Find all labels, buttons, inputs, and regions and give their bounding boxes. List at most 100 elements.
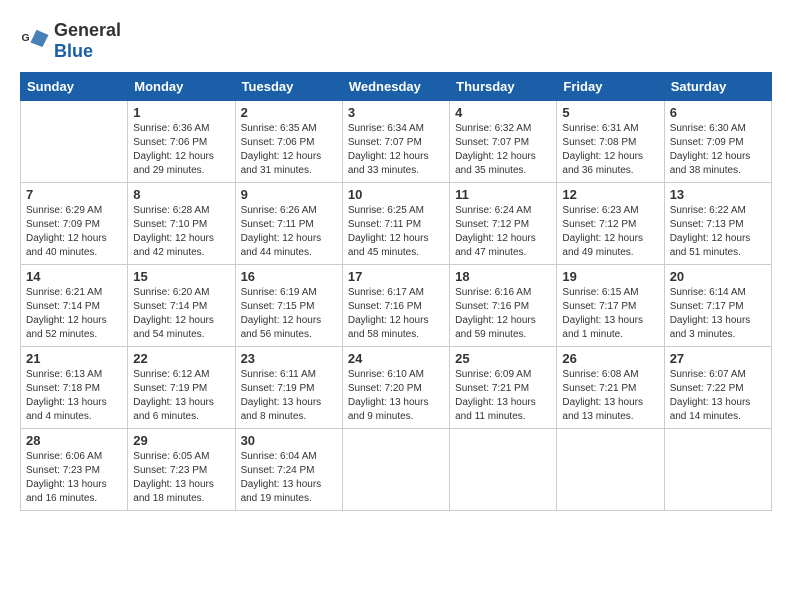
day-info: Sunrise: 6:30 AMSunset: 7:09 PMDaylight:… xyxy=(670,122,766,178)
day-number: 22 xyxy=(133,351,229,366)
day-number: 9 xyxy=(241,187,337,202)
day-number: 27 xyxy=(670,351,766,366)
day-number: 25 xyxy=(455,351,551,366)
calendar-cell xyxy=(557,429,664,511)
day-number: 16 xyxy=(241,269,337,284)
calendar-cell: 9 Sunrise: 6:26 AMSunset: 7:11 PMDaylight… xyxy=(235,183,342,265)
day-info: Sunrise: 6:11 AMSunset: 7:19 PMDaylight:… xyxy=(241,368,337,424)
day-info: Sunrise: 6:19 AMSunset: 7:15 PMDaylight:… xyxy=(241,286,337,342)
header-saturday: Saturday xyxy=(664,73,771,101)
calendar-cell: 26 Sunrise: 6:08 AMSunset: 7:21 PMDayligh… xyxy=(557,347,664,429)
header-tuesday: Tuesday xyxy=(235,73,342,101)
logo-text: General Blue xyxy=(54,20,121,62)
day-info: Sunrise: 6:16 AMSunset: 7:16 PMDaylight:… xyxy=(455,286,551,342)
day-number: 28 xyxy=(26,433,122,448)
calendar-cell: 11 Sunrise: 6:24 AMSunset: 7:12 PMDayligh… xyxy=(450,183,557,265)
day-number: 29 xyxy=(133,433,229,448)
day-number: 15 xyxy=(133,269,229,284)
calendar-cell: 12 Sunrise: 6:23 AMSunset: 7:12 PMDayligh… xyxy=(557,183,664,265)
calendar-cell: 18Sunrise: 6:16 AMSunset: 7:16 PMDayligh… xyxy=(450,265,557,347)
logo-icon: G xyxy=(20,26,50,56)
day-number: 26 xyxy=(562,351,658,366)
calendar-header-row: SundayMondayTuesdayWednesdayThursdayFrid… xyxy=(21,73,772,101)
day-number: 14 xyxy=(26,269,122,284)
logo: G General Blue xyxy=(20,20,121,62)
day-number: 21 xyxy=(26,351,122,366)
day-info: Sunrise: 6:08 AMSunset: 7:21 PMDaylight:… xyxy=(562,368,658,424)
week-row-5: 28 Sunrise: 6:06 AMSunset: 7:23 PMDayligh… xyxy=(21,429,772,511)
calendar-cell: 23 Sunrise: 6:11 AMSunset: 7:19 PMDayligh… xyxy=(235,347,342,429)
day-info: Sunrise: 6:35 AMSunset: 7:06 PMDaylight:… xyxy=(241,122,337,178)
day-number: 20 xyxy=(670,269,766,284)
day-info: Sunrise: 6:12 AMSunset: 7:19 PMDaylight:… xyxy=(133,368,229,424)
day-info: Sunrise: 6:31 AMSunset: 7:08 PMDaylight:… xyxy=(562,122,658,178)
calendar-cell: 2 Sunrise: 6:35 AMSunset: 7:06 PMDaylight… xyxy=(235,101,342,183)
day-number: 11 xyxy=(455,187,551,202)
week-row-1: 1 Sunrise: 6:36 AMSunset: 7:06 PMDaylight… xyxy=(21,101,772,183)
calendar-cell: 6 Sunrise: 6:30 AMSunset: 7:09 PMDaylight… xyxy=(664,101,771,183)
calendar-cell xyxy=(342,429,449,511)
calendar-cell: 5Sunrise: 6:31 AMSunset: 7:08 PMDaylight… xyxy=(557,101,664,183)
day-info: Sunrise: 6:23 AMSunset: 7:12 PMDaylight:… xyxy=(562,204,658,260)
calendar-cell: 16 Sunrise: 6:19 AMSunset: 7:15 PMDayligh… xyxy=(235,265,342,347)
day-number: 12 xyxy=(562,187,658,202)
calendar-cell: 28 Sunrise: 6:06 AMSunset: 7:23 PMDayligh… xyxy=(21,429,128,511)
calendar-cell: 29 Sunrise: 6:05 AMSunset: 7:23 PMDayligh… xyxy=(128,429,235,511)
calendar-cell: 20 Sunrise: 6:14 AMSunset: 7:17 PMDayligh… xyxy=(664,265,771,347)
calendar-cell: 14Sunrise: 6:21 AMSunset: 7:14 PMDayligh… xyxy=(21,265,128,347)
header-friday: Friday xyxy=(557,73,664,101)
calendar-cell xyxy=(450,429,557,511)
day-number: 24 xyxy=(348,351,444,366)
svg-text:G: G xyxy=(22,32,30,44)
calendar-cell: 25 Sunrise: 6:09 AMSunset: 7:21 PMDayligh… xyxy=(450,347,557,429)
calendar-cell: 4 Sunrise: 6:32 AMSunset: 7:07 PMDaylight… xyxy=(450,101,557,183)
calendar-cell: 19 Sunrise: 6:15 AMSunset: 7:17 PMDayligh… xyxy=(557,265,664,347)
day-info: Sunrise: 6:10 AMSunset: 7:20 PMDaylight:… xyxy=(348,368,444,424)
calendar-cell xyxy=(21,101,128,183)
day-info: Sunrise: 6:26 AMSunset: 7:11 PMDaylight:… xyxy=(241,204,337,260)
day-info: Sunrise: 6:04 AMSunset: 7:24 PMDaylight:… xyxy=(241,450,337,506)
calendar-cell: 3Sunrise: 6:34 AMSunset: 7:07 PMDaylight… xyxy=(342,101,449,183)
day-number: 10 xyxy=(348,187,444,202)
day-number: 6 xyxy=(670,105,766,120)
header-thursday: Thursday xyxy=(450,73,557,101)
day-info: Sunrise: 6:07 AMSunset: 7:22 PMDaylight:… xyxy=(670,368,766,424)
day-info: Sunrise: 6:06 AMSunset: 7:23 PMDaylight:… xyxy=(26,450,122,506)
calendar-cell: 7 Sunrise: 6:29 AMSunset: 7:09 PMDaylight… xyxy=(21,183,128,265)
day-info: Sunrise: 6:36 AMSunset: 7:06 PMDaylight:… xyxy=(133,122,229,178)
day-number: 19 xyxy=(562,269,658,284)
day-number: 17 xyxy=(348,269,444,284)
day-info: Sunrise: 6:17 AMSunset: 7:16 PMDaylight:… xyxy=(348,286,444,342)
week-row-3: 14Sunrise: 6:21 AMSunset: 7:14 PMDayligh… xyxy=(21,265,772,347)
day-number: 30 xyxy=(241,433,337,448)
day-number: 13 xyxy=(670,187,766,202)
week-row-4: 21Sunrise: 6:13 AMSunset: 7:18 PMDayligh… xyxy=(21,347,772,429)
calendar-cell: 30 Sunrise: 6:04 AMSunset: 7:24 PMDayligh… xyxy=(235,429,342,511)
day-number: 23 xyxy=(241,351,337,366)
day-info: Sunrise: 6:05 AMSunset: 7:23 PMDaylight:… xyxy=(133,450,229,506)
day-info: Sunrise: 6:25 AMSunset: 7:11 PMDaylight:… xyxy=(348,204,444,260)
day-info: Sunrise: 6:09 AMSunset: 7:21 PMDaylight:… xyxy=(455,368,551,424)
day-info: Sunrise: 6:29 AMSunset: 7:09 PMDaylight:… xyxy=(26,204,122,260)
calendar-table: SundayMondayTuesdayWednesdayThursdayFrid… xyxy=(20,72,772,511)
day-number: 4 xyxy=(455,105,551,120)
day-number: 2 xyxy=(241,105,337,120)
day-info: Sunrise: 6:15 AMSunset: 7:17 PMDaylight:… xyxy=(562,286,658,342)
header-sunday: Sunday xyxy=(21,73,128,101)
day-number: 7 xyxy=(26,187,122,202)
page-header: G General Blue xyxy=(20,20,772,62)
day-number: 1 xyxy=(133,105,229,120)
day-info: Sunrise: 6:14 AMSunset: 7:17 PMDaylight:… xyxy=(670,286,766,342)
day-info: Sunrise: 6:34 AMSunset: 7:07 PMDaylight:… xyxy=(348,122,444,178)
day-info: Sunrise: 6:24 AMSunset: 7:12 PMDaylight:… xyxy=(455,204,551,260)
calendar-cell: 22 Sunrise: 6:12 AMSunset: 7:19 PMDayligh… xyxy=(128,347,235,429)
week-row-2: 7 Sunrise: 6:29 AMSunset: 7:09 PMDaylight… xyxy=(21,183,772,265)
calendar-cell: 24 Sunrise: 6:10 AMSunset: 7:20 PMDayligh… xyxy=(342,347,449,429)
day-info: Sunrise: 6:32 AMSunset: 7:07 PMDaylight:… xyxy=(455,122,551,178)
calendar-cell: 8Sunrise: 6:28 AMSunset: 7:10 PMDaylight… xyxy=(128,183,235,265)
header-wednesday: Wednesday xyxy=(342,73,449,101)
calendar-cell xyxy=(664,429,771,511)
calendar-cell: 13Sunrise: 6:22 AMSunset: 7:13 PMDayligh… xyxy=(664,183,771,265)
calendar-cell: 15Sunrise: 6:20 AMSunset: 7:14 PMDayligh… xyxy=(128,265,235,347)
calendar-cell: 27 Sunrise: 6:07 AMSunset: 7:22 PMDayligh… xyxy=(664,347,771,429)
